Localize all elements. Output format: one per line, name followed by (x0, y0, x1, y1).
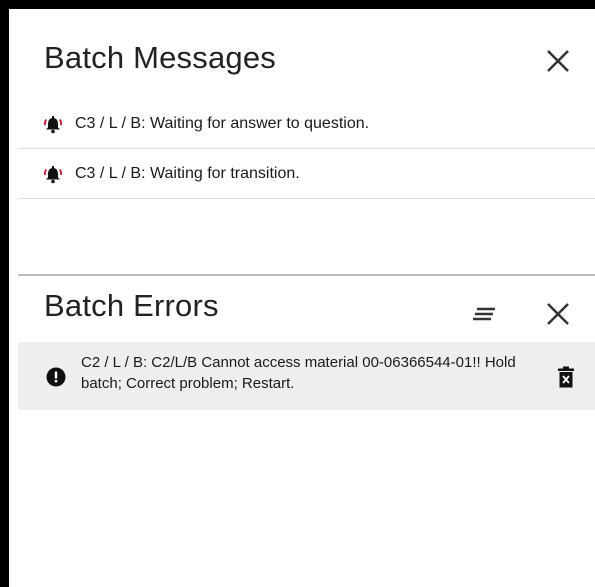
filter-button[interactable] (471, 304, 497, 324)
messages-close-button[interactable] (545, 48, 571, 74)
message-text: C3 / L / B: Waiting for answer to questi… (75, 115, 370, 132)
errors-panel-header: Batch Errors (18, 276, 595, 342)
messages-panel-title: Batch Messages (44, 40, 276, 75)
error-icon (46, 367, 66, 387)
errors-close-button[interactable] (545, 301, 571, 327)
error-text: C2 / L / B: C2/L/B Cannot access materia… (81, 354, 516, 392)
batch-panels-window: Batch Messages C3 / L / B: Waiting for a… (0, 0, 595, 587)
errors-panel-title: Batch Errors (44, 288, 219, 323)
filter-lines-icon (473, 307, 495, 321)
error-list-item[interactable]: C2 / L / B: C2/L/B Cannot access materia… (18, 342, 595, 410)
message-text: C3 / L / B: Waiting for transition. (75, 165, 300, 182)
message-list-item[interactable]: C3 / L / B: Waiting for answer to questi… (18, 99, 595, 149)
close-icon (547, 303, 569, 325)
message-list-item[interactable]: C3 / L / B: Waiting for transition. (18, 149, 595, 199)
bell-ringing-icon (43, 115, 63, 135)
trash-icon (558, 366, 574, 388)
close-icon (547, 50, 569, 72)
messages-panel-header: Batch Messages (18, 18, 595, 98)
delete-error-button[interactable] (557, 366, 575, 388)
bell-ringing-icon (43, 165, 63, 185)
